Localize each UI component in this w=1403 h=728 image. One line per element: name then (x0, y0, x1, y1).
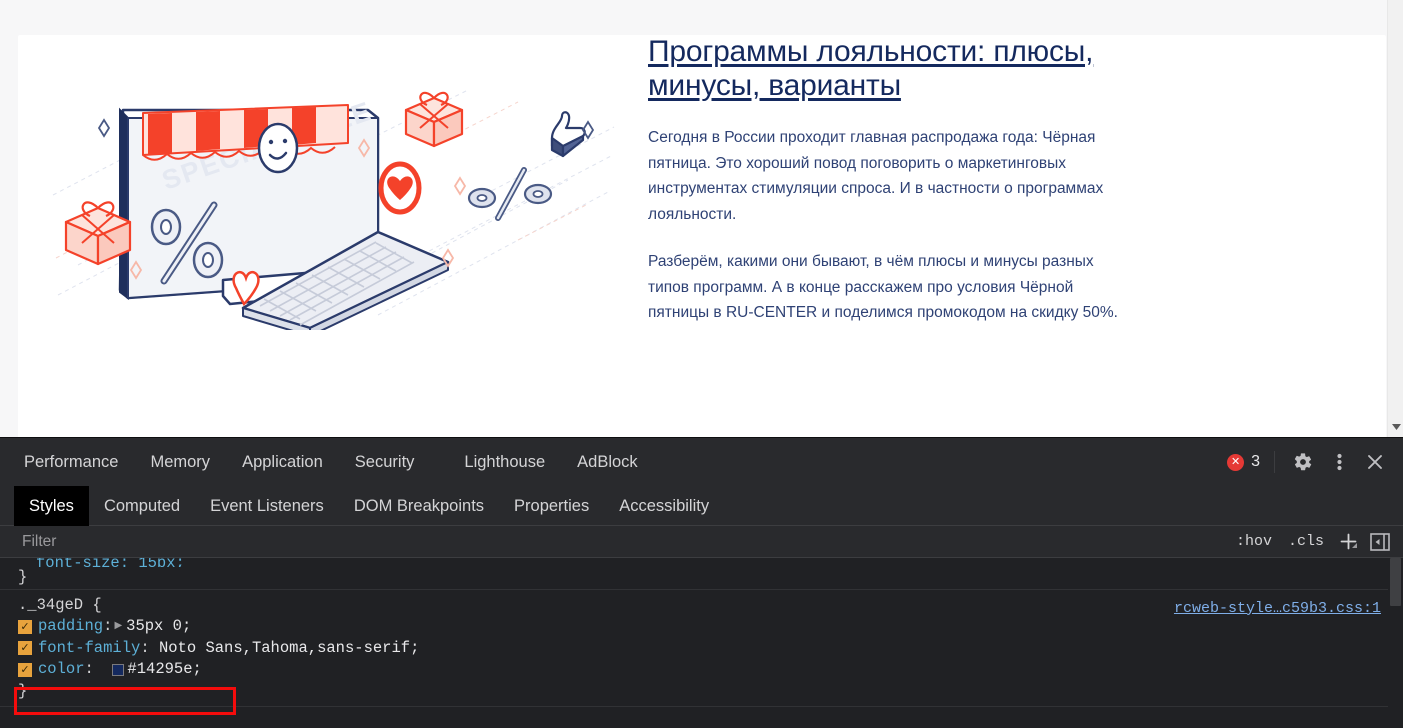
expand-shorthand-arrow-icon[interactable]: ▶ (112, 616, 126, 638)
css-declaration-padding: ✓ padding: ▶ 35px 0; (18, 616, 1403, 638)
css-closing-brace: } (18, 568, 28, 586)
toggle-element-classes-button[interactable]: .cls (1281, 529, 1331, 555)
devtools-tab-adblock[interactable]: AdBlock (561, 438, 654, 486)
gear-icon[interactable] (1285, 444, 1321, 480)
error-count-badge[interactable]: ✕ 3 (1227, 451, 1275, 473)
scroll-down-arrow-icon[interactable] (1388, 419, 1403, 435)
browser-page-viewport: SPECIAL SALE (0, 0, 1403, 437)
article-body: Программы лояльности: плюсы, минусы, вар… (648, 35, 1128, 326)
styles-rules-pane[interactable]: font-size: 15px; } rcweb-style…c59b3.css… (0, 558, 1403, 728)
devtools-panel: Performance Memory Application Security … (0, 437, 1403, 728)
css-declaration-font-family: ✓ font-family: Noto Sans,Tahoma,sans-seri… (18, 638, 1403, 660)
declaration-enabled-checkbox[interactable]: ✓ (18, 641, 32, 656)
article-paragraph: Сегодня в России проходит главная распро… (648, 129, 1104, 223)
devtools-tab-application[interactable]: Application (226, 438, 339, 486)
error-circle-icon: ✕ (1227, 453, 1245, 471)
styles-filter-input[interactable] (16, 526, 1229, 557)
sub-tab-styles[interactable]: Styles (14, 486, 89, 526)
css-rule-clipped: font-size: 15px; } (0, 558, 1403, 590)
color-swatch[interactable] (112, 663, 125, 676)
devtools-tab-security[interactable]: Security (339, 438, 431, 486)
styles-pane-scroll-thumb[interactable] (1390, 558, 1401, 606)
css-closing-brace: } (18, 681, 28, 700)
sub-tab-accessibility[interactable]: Accessibility (604, 486, 724, 526)
styles-toolbar-actions: :hov .cls (1229, 526, 1403, 558)
sub-tab-properties[interactable]: Properties (499, 486, 604, 526)
devtools-tab-bar-actions: ✕ 3 (1227, 438, 1403, 486)
toggle-hover-state-button[interactable]: :hov (1229, 529, 1279, 555)
styles-filter-toolbar: :hov .cls (0, 526, 1403, 558)
styles-sub-tab-bar: Styles Computed Event Listeners DOM Brea… (0, 486, 1403, 526)
css-property-value[interactable]: 35px 0; (126, 616, 191, 638)
styles-pane-scrollbar[interactable] (1388, 558, 1403, 728)
css-rule-34geD: rcweb-style…c59b3.css:1 ._34geD { ✓ paddi… (0, 590, 1403, 715)
article-card: SPECIAL SALE (18, 35, 1386, 437)
article-paragraph: Разберём, какими они бывают, в чём плюсы… (648, 253, 1118, 321)
devtools-tab-lighthouse[interactable]: Lighthouse (448, 438, 561, 486)
css-property-value[interactable]: Noto Sans,Tahoma,sans-serif; (159, 638, 419, 660)
css-property-name[interactable]: font-family (38, 638, 140, 660)
declaration-enabled-checkbox[interactable]: ✓ (18, 662, 32, 677)
css-rule-source-link[interactable]: rcweb-style…c59b3.css:1 (1174, 598, 1381, 620)
sub-tab-event-listeners[interactable]: Event Listeners (195, 486, 339, 526)
page-scrollbar[interactable] (1387, 0, 1403, 437)
error-count-label: 3 (1251, 453, 1260, 470)
plus-icon[interactable] (1333, 529, 1363, 555)
article-title-link[interactable]: Программы лояльности: плюсы, минусы, вар… (648, 8, 1093, 102)
devtools-tab-bar: Performance Memory Application Security … (0, 438, 1403, 486)
article-illustration: SPECIAL SALE (48, 80, 618, 337)
sub-tab-dom-breakpoints[interactable]: DOM Breakpoints (339, 486, 499, 526)
close-icon[interactable] (1357, 444, 1393, 480)
css-property-name[interactable]: color (38, 659, 85, 681)
css-property-name[interactable]: padding (38, 616, 103, 638)
declaration-enabled-checkbox[interactable]: ✓ (18, 619, 32, 634)
kebab-menu-icon[interactable] (1321, 444, 1357, 480)
css-property-value[interactable]: #14295e; (127, 659, 201, 681)
devtools-tab-performance[interactable]: Performance (8, 438, 134, 486)
css-declaration-color: ✓ color: #14295e; (18, 659, 1403, 681)
toggle-sidebar-icon[interactable] (1365, 529, 1395, 555)
devtools-tab-memory[interactable]: Memory (134, 438, 226, 486)
css-clipped-declaration: font-size: 15px; (36, 558, 185, 567)
sub-tab-computed[interactable]: Computed (89, 486, 195, 526)
